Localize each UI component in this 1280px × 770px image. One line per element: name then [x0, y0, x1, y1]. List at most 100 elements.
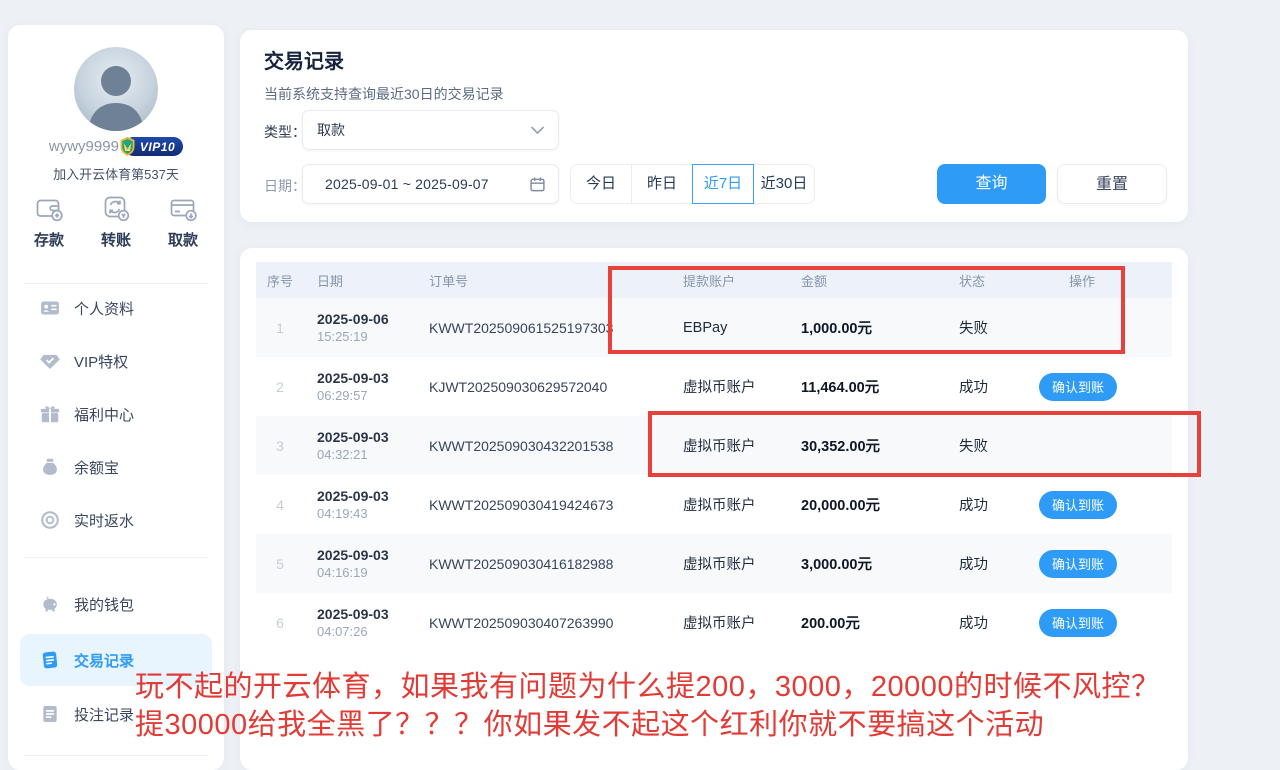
type-select[interactable]: 取款	[302, 110, 559, 150]
shortcut-today[interactable]: 今日	[570, 164, 632, 204]
col-header-order: 订单号	[416, 271, 659, 290]
transfer-icon	[101, 193, 131, 223]
confirm-receipt-button[interactable]: 确认到账	[1039, 373, 1117, 401]
annotation-line-2: 提30000给我全黑了？？？你如果发不起这个红利你就不要搞这个活动	[135, 706, 1195, 744]
sidebar-item-label: 余额宝	[74, 457, 119, 478]
transaction-record-icon	[40, 650, 60, 670]
shortcut-last7days[interactable]: 近7日	[692, 164, 754, 204]
membership-duration: 加入开云体育第537天	[8, 164, 224, 183]
sidebar-item-label: 交易记录	[74, 650, 134, 671]
sidebar-item-yuebao[interactable]: 余额宝	[20, 447, 212, 487]
row-action: 确认到账	[1039, 550, 1172, 578]
row-account: 虚拟币账户	[659, 494, 789, 515]
sidebar-item-label: 我的钱包	[74, 594, 134, 615]
row-index: 1	[256, 320, 304, 336]
sidebar-item-label: 福利中心	[74, 404, 134, 425]
row-index: 3	[256, 438, 304, 454]
annotation-complaint-text: 玩不起的开云体育，如果我有问题为什么提200，3000，20000的时候不风控？…	[135, 668, 1195, 744]
shortcut-yesterday[interactable]: 昨日	[631, 164, 693, 204]
row-amount: 1,000.00元	[789, 317, 939, 338]
row-order-no: KWWT202509061525197303	[416, 320, 659, 336]
sidebar-item-vip[interactable]: VIP特权	[20, 341, 212, 381]
chevron-down-icon	[531, 126, 544, 135]
type-label: 类型：	[264, 122, 306, 142]
sidebar-item-welfare[interactable]: 福利中心	[20, 394, 212, 434]
sidebar-item-wallet[interactable]: 我的钱包	[20, 584, 212, 624]
row-status: 成功	[939, 376, 1039, 397]
sidebar-item-rebate[interactable]: 实时返水	[20, 500, 212, 540]
filter-panel: 交易记录 当前系统支持查询最近30日的交易记录 类型： 取款 日期： 2025-…	[240, 30, 1188, 222]
shortcut-last30days[interactable]: 近30日	[753, 164, 815, 204]
col-header-date: 日期	[304, 271, 416, 290]
row-date: 2025-09-03 04:07:26	[304, 606, 416, 639]
page-subtitle: 当前系统支持查询最近30日的交易记录	[264, 84, 504, 104]
row-date: 2025-09-03 04:32:21	[304, 429, 416, 462]
date-label: 日期：	[264, 176, 306, 196]
quick-action-deposit[interactable]: 存款	[18, 193, 80, 250]
row-status: 失败	[939, 317, 1039, 338]
row-action: 确认到账	[1039, 609, 1172, 637]
row-order-no: KWWT202509030407263990	[416, 615, 659, 631]
time-text: 06:29:57	[317, 388, 416, 403]
reset-button[interactable]: 重置	[1057, 164, 1167, 204]
row-account: EBPay	[659, 320, 789, 336]
table-row: 4 2025-09-03 04:19:43 KWWT20250903041942…	[256, 475, 1172, 534]
table-row: 6 2025-09-03 04:07:26 KWWT20250903040726…	[256, 593, 1172, 652]
user-identity-row: wywy9999 VIP10	[8, 137, 224, 156]
row-amount: 11,464.00元	[789, 376, 939, 397]
time-text: 04:19:43	[317, 506, 416, 521]
query-button[interactable]: 查询	[937, 164, 1046, 204]
username: wywy9999	[49, 138, 119, 155]
date-text: 2025-09-03	[317, 370, 416, 386]
confirm-receipt-button[interactable]: 确认到账	[1039, 550, 1117, 578]
table-row: 2 2025-09-03 06:29:57 KJWT20250903062957…	[256, 357, 1172, 416]
quick-action-withdraw[interactable]: 取款	[152, 193, 214, 250]
transactions-table: 序号 日期 订单号 提款账户 金额 状态 操作 1 2025-09-06 15:…	[256, 262, 1172, 652]
vip-badge: VIP10	[124, 137, 183, 156]
col-header-action: 操作	[1039, 271, 1172, 290]
date-range-input[interactable]: 2025-09-01 ~ 2025-09-07	[302, 164, 559, 204]
vip-shield-icon	[117, 136, 138, 157]
row-order-no: KJWT202509030629572040	[416, 379, 659, 395]
row-amount: 200.00元	[789, 612, 939, 633]
col-header-status: 状态	[939, 271, 1039, 290]
row-date: 2025-09-03 06:29:57	[304, 370, 416, 403]
date-text: 2025-09-03	[317, 606, 416, 622]
table-header-row: 序号 日期 订单号 提款账户 金额 状态 操作	[256, 262, 1172, 298]
sidebar-item-label: 实时返水	[74, 510, 134, 531]
sidebar-item-label: 投注记录	[74, 704, 134, 725]
row-order-no: KWWT202509030419424673	[416, 497, 659, 513]
row-index: 2	[256, 379, 304, 395]
quick-action-label: 转账	[101, 229, 131, 250]
row-account: 虚拟币账户	[659, 612, 789, 633]
sidebar-divider	[24, 557, 208, 558]
row-index: 6	[256, 615, 304, 631]
sidebar-item-label: VIP特权	[74, 351, 128, 372]
page-title: 交易记录	[264, 45, 344, 74]
row-amount: 3,000.00元	[789, 553, 939, 574]
row-action: 确认到账	[1039, 491, 1172, 519]
wallet-icon	[40, 594, 60, 614]
deposit-wallet-icon	[34, 193, 64, 223]
time-text: 04:16:19	[317, 565, 416, 580]
sidebar-item-profile[interactable]: 个人资料	[20, 288, 212, 328]
row-status: 成功	[939, 612, 1039, 633]
rebate-icon	[40, 510, 60, 530]
vip-diamond-icon	[40, 351, 60, 371]
row-status: 失败	[939, 435, 1039, 456]
quick-action-transfer[interactable]: 转账	[85, 193, 147, 250]
col-header-amount: 金额	[789, 271, 939, 290]
annotation-line-1: 玩不起的开云体育，如果我有问题为什么提200，3000，20000的时候不风控？	[135, 668, 1195, 706]
withdraw-card-icon	[168, 193, 198, 223]
confirm-receipt-button[interactable]: 确认到账	[1039, 491, 1117, 519]
date-text: 2025-09-06	[317, 311, 416, 327]
date-text: 2025-09-03	[317, 547, 416, 563]
calendar-icon	[529, 176, 546, 193]
row-date: 2025-09-03 04:19:43	[304, 488, 416, 521]
row-account: 虚拟币账户	[659, 376, 789, 397]
user-avatar[interactable]	[74, 47, 158, 131]
confirm-receipt-button[interactable]: 确认到账	[1039, 609, 1117, 637]
bet-record-icon	[40, 704, 60, 724]
date-text: 2025-09-03	[317, 488, 416, 504]
quick-action-label: 取款	[168, 229, 198, 250]
